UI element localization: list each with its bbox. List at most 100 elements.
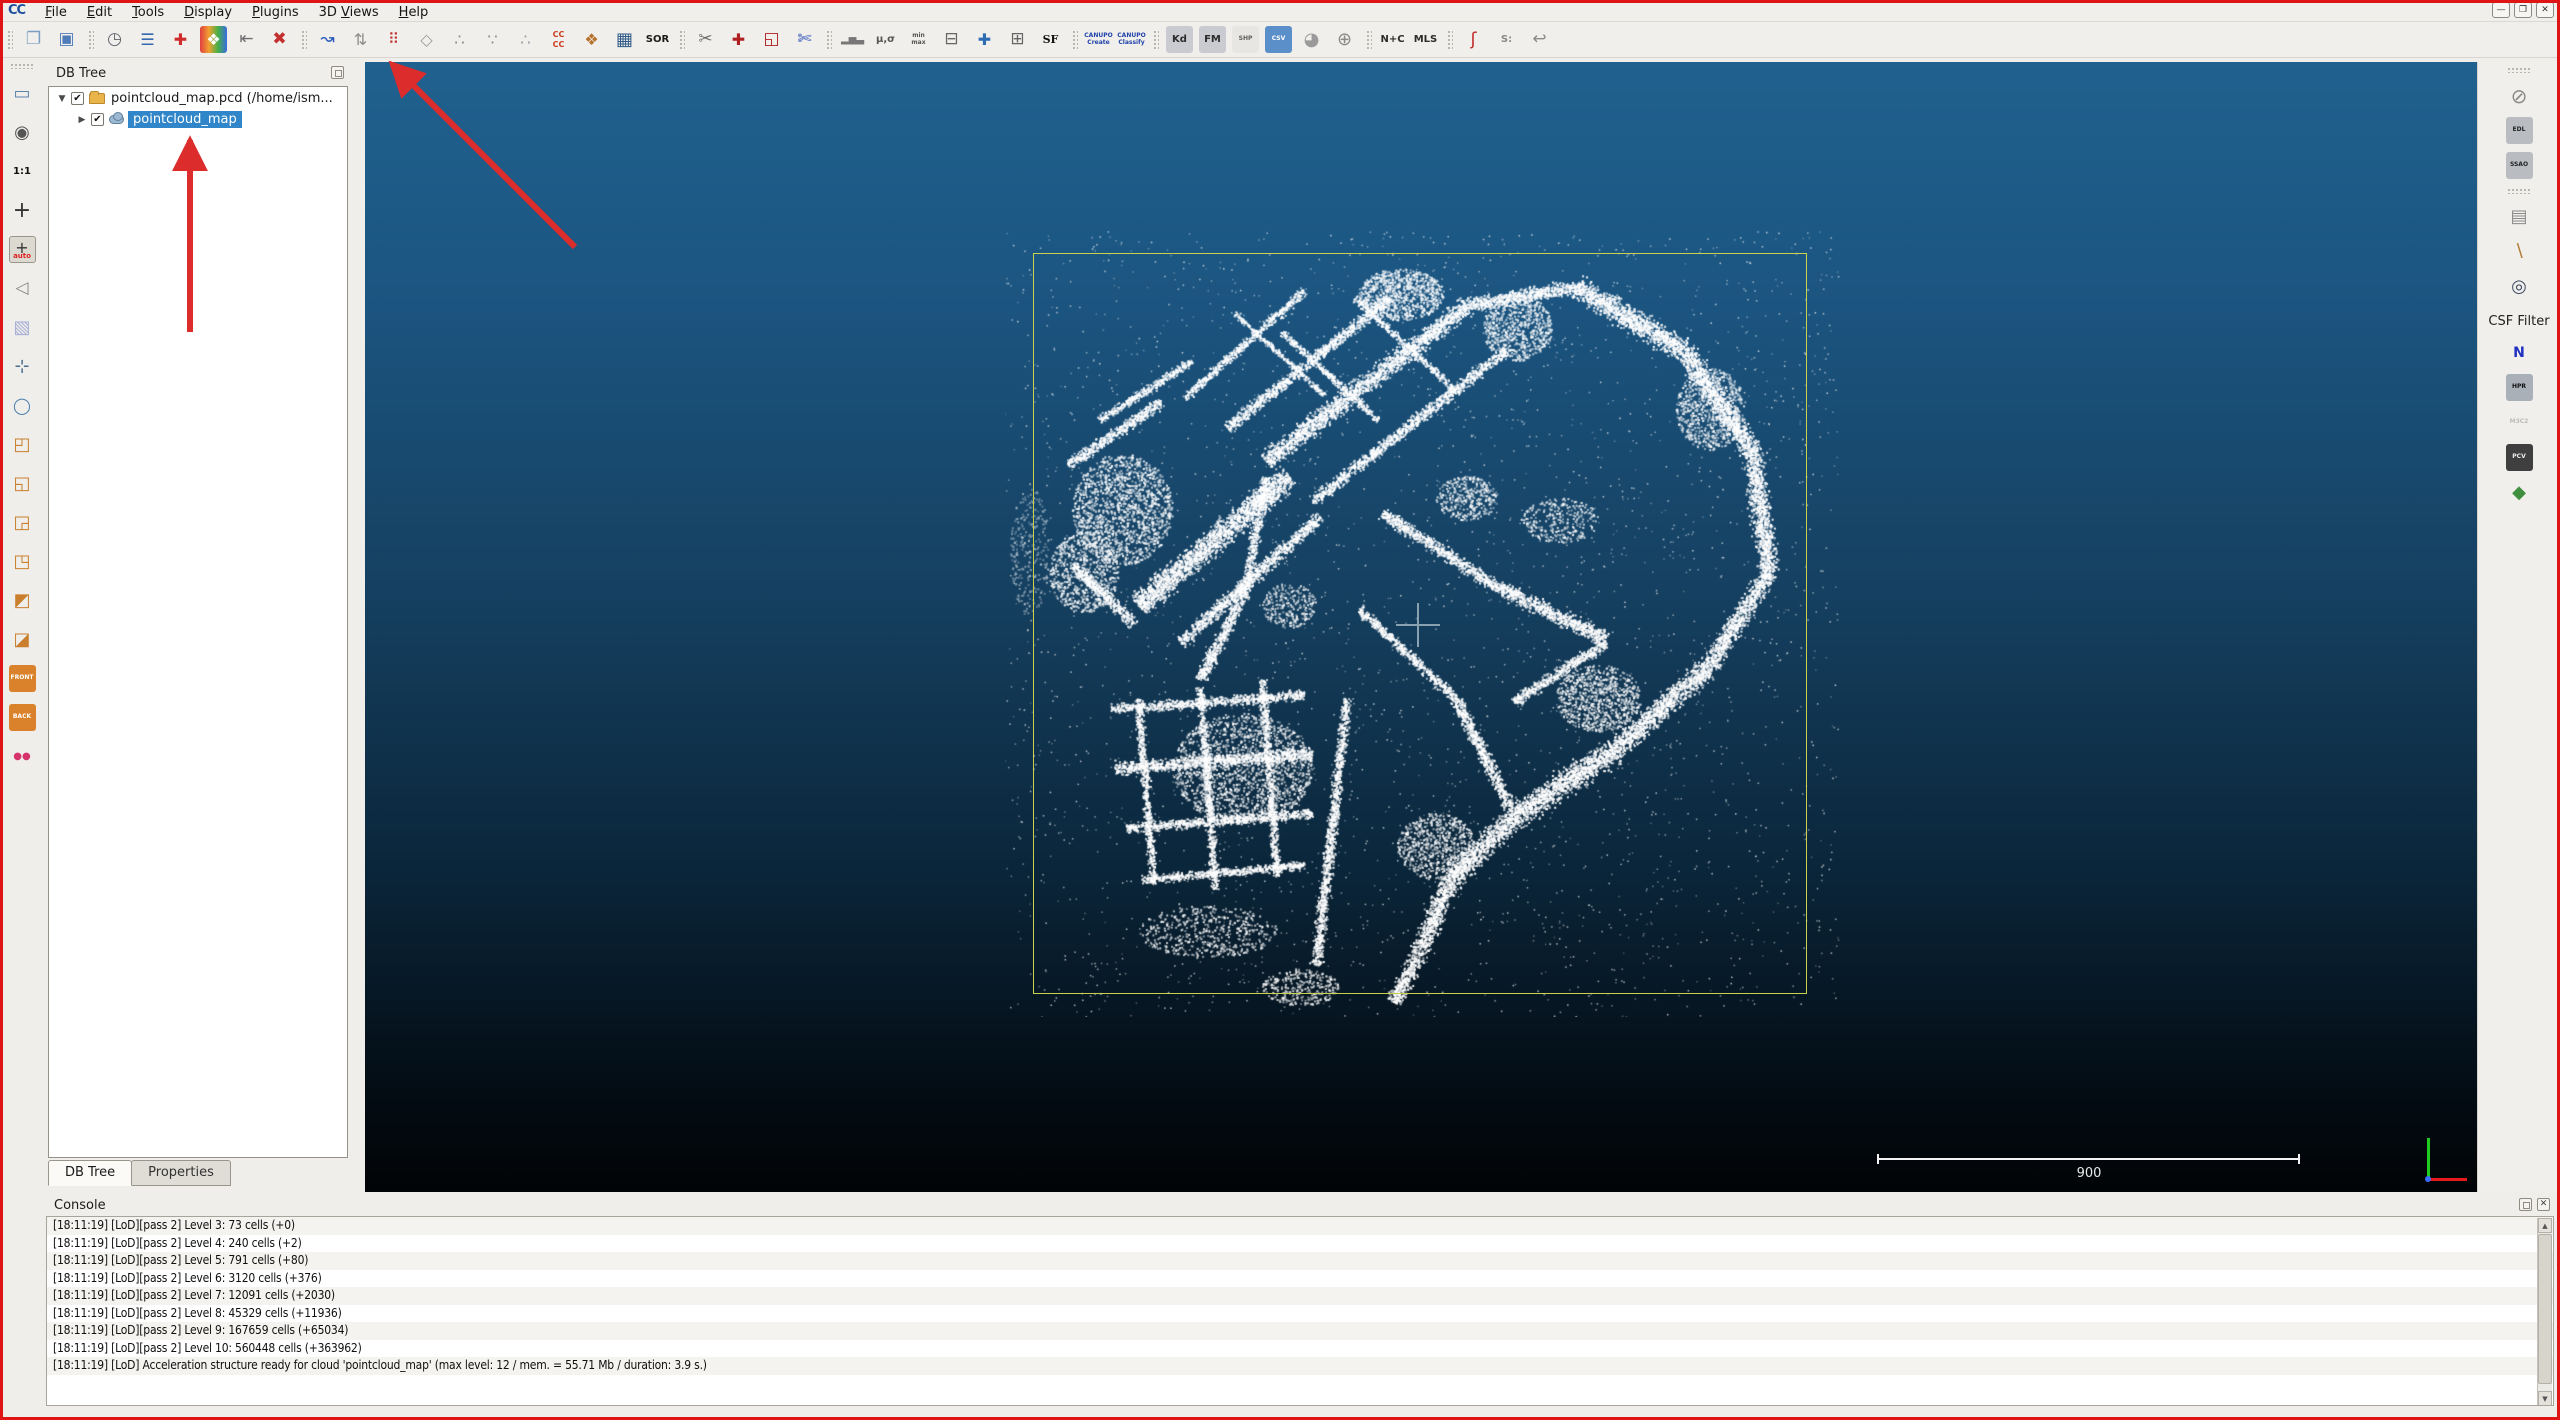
toolbar-handle[interactable] [6, 29, 13, 51]
view-back-icon[interactable]: BACK [9, 704, 36, 731]
zoom-magnifier-icon[interactable]: ◯ [9, 392, 36, 419]
undock-panel-button[interactable] [331, 66, 344, 79]
display-options-icon[interactable]: ▭ [9, 80, 36, 107]
minimize-button[interactable]: — [2492, 2, 2510, 18]
menu-file[interactable]: File [35, 3, 77, 22]
checkerboard-icon[interactable]: ▦ [611, 26, 638, 53]
toolbar-handle[interactable] [10, 63, 34, 69]
toolbar-handle[interactable] [300, 29, 307, 51]
extract-sections-icon[interactable]: ∴ [512, 26, 539, 53]
sphere-icon[interactable]: ◕ [1298, 26, 1325, 53]
tree-row-cloud[interactable]: ▶ ✔ pointcloud_map [49, 110, 347, 129]
pcv-icon[interactable]: PCV [2506, 444, 2533, 471]
gaussian-icon[interactable]: μ,σ [872, 26, 899, 53]
view-left-icon[interactable]: ◲ [9, 509, 36, 536]
toolbar-handle[interactable] [2507, 188, 2531, 194]
close-button[interactable]: ✕ [2536, 2, 2554, 18]
apply-transform-icon[interactable]: ⇤ [233, 26, 260, 53]
toolbar-handle[interactable] [1071, 29, 1078, 51]
toolbar-handle[interactable] [1152, 29, 1159, 51]
scissors-icon[interactable]: ✂ [692, 26, 719, 53]
undock-console-button[interactable] [2519, 1198, 2532, 1211]
menu-plugins[interactable]: Plugins [242, 3, 309, 22]
unroll-icon[interactable]: ↩ [1526, 26, 1553, 53]
sf-minmax-icon[interactable]: min max [905, 26, 932, 53]
close-console-button[interactable]: ✕ [2537, 1198, 2550, 1211]
compass-icon[interactable]: ◎ [2506, 273, 2533, 300]
point-pair-align-icon[interactable]: ↝ [314, 26, 341, 53]
view-right-icon[interactable]: ◳ [9, 548, 36, 575]
3d-view[interactable]: 900 [365, 62, 2477, 1192]
menu-help[interactable]: Help [389, 3, 439, 22]
noise-filter-icon[interactable]: ∵ [479, 26, 506, 53]
csv-export-icon[interactable]: CSV [1265, 26, 1292, 53]
clone-icon[interactable]: ❖ [200, 26, 227, 53]
toolbar-handle[interactable] [1365, 29, 1372, 51]
toolbar-handle[interactable] [825, 29, 832, 51]
subsample-icon[interactable]: ⠿ [380, 26, 407, 53]
toolbar-handle[interactable] [1446, 29, 1453, 51]
calculator-icon[interactable]: ⊞ [1004, 26, 1031, 53]
checklist-icon[interactable]: ☰ [134, 26, 161, 53]
screenshot-icon[interactable]: ◉ [9, 119, 36, 146]
canupo-classify-icon[interactable]: CANUPO Classify [1118, 26, 1145, 53]
restore-button[interactable]: ❐ [2514, 2, 2532, 18]
cross-section-icon[interactable]: ✄ [791, 26, 818, 53]
poisson-recon-icon[interactable]: ◆ [2506, 479, 2533, 506]
histogram-icon[interactable]: ▂▅▃ [839, 26, 866, 53]
sf-delete-icon[interactable]: ⊟ [938, 26, 965, 53]
spline-icon[interactable]: ʃ [1460, 26, 1487, 53]
translate-icon[interactable]: ✚ [725, 26, 752, 53]
menu-edit[interactable]: Edit [77, 3, 122, 22]
expand-caret-icon[interactable]: ▶ [77, 115, 87, 125]
view-top-icon[interactable]: ◰ [9, 431, 36, 458]
kd-tree-icon[interactable]: Kd [1166, 26, 1193, 53]
csf-filter-icon[interactable]: N [2506, 339, 2533, 366]
clock-compass-icon[interactable]: ◷ [101, 26, 128, 53]
icp-register-icon[interactable]: CC CC [545, 26, 572, 53]
menu-3d-views[interactable]: 3D Views [309, 3, 389, 22]
ssao-shader-icon[interactable]: SSAO [2506, 152, 2533, 179]
collapse-caret-icon[interactable]: ▼ [57, 94, 67, 104]
zoom-1-1-icon[interactable]: 1:1 [9, 158, 36, 185]
shp-export-icon[interactable]: SHP [1232, 26, 1259, 53]
clipping-box-icon[interactable]: ◱ [758, 26, 785, 53]
tab-db-tree[interactable]: DB Tree [48, 1160, 132, 1186]
octree-icon[interactable]: ◇ [413, 26, 440, 53]
scroll-up-icon[interactable]: ▲ [2538, 1218, 2552, 1233]
console-scrollbar[interactable]: ▲ ▼ [2537, 1218, 2552, 1406]
align-sheep-icon[interactable]: ❖ [578, 26, 605, 53]
globe-icon[interactable]: ⊕ [1331, 26, 1358, 53]
rotate-view-icon[interactable]: ◁ [9, 275, 36, 302]
sf-arithmetic-icon[interactable]: SF [1037, 26, 1064, 53]
spline-points-icon[interactable]: S: [1493, 26, 1520, 53]
pan-icon[interactable]: ⊹ [9, 353, 36, 380]
save-icon[interactable]: ▣ [53, 26, 80, 53]
broom-icon[interactable]: ∖ [2506, 238, 2533, 265]
open-icon[interactable]: ❐ [20, 26, 47, 53]
menu-display[interactable]: Display [174, 3, 242, 22]
view-front-icon[interactable]: FRONT [9, 665, 36, 692]
view-iso1-icon[interactable]: ◩ [9, 587, 36, 614]
edl-shader-icon[interactable]: EDL [2506, 117, 2533, 144]
tree-row-file[interactable]: ▼ ✔ pointcloud_map.pcd (/home/ism... [49, 89, 347, 108]
toolbar-handle[interactable] [87, 29, 94, 51]
animation-icon[interactable]: ▤ [2506, 203, 2533, 230]
merge-icon[interactable]: ✚ [167, 26, 194, 53]
toolbar-handle[interactable] [2507, 67, 2531, 73]
sample-points-icon[interactable]: ∴ [446, 26, 473, 53]
mls-icon[interactable]: MLS [1412, 26, 1439, 53]
sor-filter-icon[interactable]: SOR [644, 26, 671, 53]
interactive-transform-icon[interactable]: ⇅ [347, 26, 374, 53]
scroll-thumb[interactable] [2538, 1234, 2552, 1384]
visibility-checkbox[interactable]: ✔ [91, 113, 104, 126]
fm-icon[interactable]: FM [1199, 26, 1226, 53]
perspective-cube-icon[interactable]: ▧ [9, 314, 36, 341]
hpr-icon[interactable]: HPR [2506, 374, 2533, 401]
m3c2-icon[interactable]: M3C2 [2506, 409, 2533, 436]
auto-pick-center-icon[interactable]: +auto [9, 236, 36, 263]
toolbar-handle[interactable] [678, 29, 685, 51]
no-shader-icon[interactable]: ⊘ [2506, 82, 2533, 109]
tab-properties[interactable]: Properties [131, 1160, 231, 1186]
canupo-create-icon[interactable]: CANUPO Create [1085, 26, 1112, 53]
